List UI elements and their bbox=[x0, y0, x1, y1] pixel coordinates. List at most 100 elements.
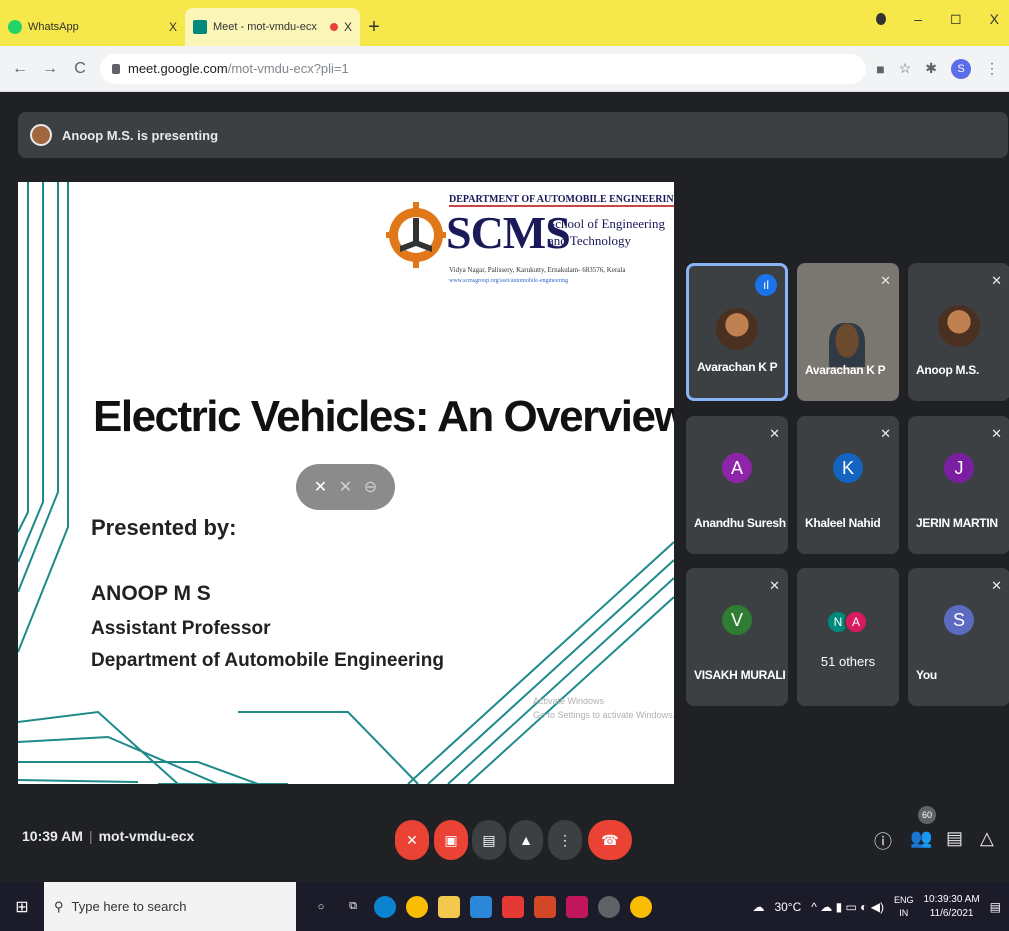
new-tab-button[interactable]: + bbox=[360, 8, 388, 46]
activities-icon[interactable]: △ bbox=[980, 828, 994, 849]
system-tray: ☁ 30°C ^ ☁ ▮ ▭ ◐ ◀) ENG IN 10:39:30 AM 1… bbox=[752, 882, 1001, 931]
chat-icon[interactable]: ▤ bbox=[946, 828, 963, 849]
participant-name: Avarachan K P bbox=[697, 360, 778, 374]
participant-tile[interactable]: ✕ Anoop M.S. bbox=[908, 263, 1009, 401]
present-button[interactable]: ▲ bbox=[509, 820, 543, 860]
college-address: Vidya Nagar, Palissery, Karukutty, Ernak… bbox=[449, 266, 626, 274]
chrome-account-icon[interactable] bbox=[876, 12, 887, 25]
hang-up-icon: ☎ bbox=[601, 831, 619, 848]
remove-icon[interactable]: ⊖ bbox=[364, 477, 377, 497]
clock-date: 11/6/2021 bbox=[929, 907, 974, 919]
extensions-icon[interactable]: ✱ bbox=[925, 60, 937, 77]
office-icon[interactable] bbox=[502, 895, 524, 918]
mic-off-icon: ✕ bbox=[991, 273, 1002, 288]
chrome-window-icon[interactable] bbox=[630, 895, 652, 918]
reload-icon[interactable]: C bbox=[70, 60, 90, 78]
star-icon[interactable]: ☆ bbox=[899, 60, 912, 77]
camera-toggle-button[interactable]: ▣ bbox=[434, 820, 468, 860]
others-tile[interactable]: N A 51 others bbox=[797, 568, 899, 706]
close-tab-icon[interactable]: X bbox=[169, 20, 177, 34]
mic-off-icon: ✕ bbox=[769, 578, 780, 593]
toolbar-icons: ■ ☆ ✱ S ⋮ bbox=[876, 58, 999, 79]
meet-control-bar: 10:39 AM | mot-vmdu-ecx ✕ ▣ ▤ ▲ ⋮ ☎ ⓘ 60 👥… bbox=[0, 800, 1009, 882]
participant-tile[interactable]: ✕ J JERIN MARTIN bbox=[908, 416, 1009, 554]
minimize-button[interactable]: – bbox=[914, 11, 922, 27]
participant-tile[interactable]: ✕ A Anandhu Suresh bbox=[686, 416, 788, 554]
file-explorer-icon[interactable] bbox=[438, 895, 460, 918]
avatar: A bbox=[844, 610, 868, 634]
more-vert-icon: ⋮ bbox=[558, 831, 572, 848]
mute-icon[interactable]: ✕ bbox=[339, 477, 352, 497]
search-icon: ⚲ bbox=[54, 898, 64, 914]
cortana-icon[interactable]: ○ bbox=[310, 896, 332, 918]
mic-off-icon: ✕ bbox=[991, 578, 1002, 593]
school-line-2: and Technology bbox=[548, 232, 631, 248]
powerpoint-icon[interactable] bbox=[534, 895, 556, 918]
taskbar-clock[interactable]: 10:39:30 AM 11/6/2021 bbox=[924, 893, 980, 921]
back-icon[interactable]: ← bbox=[10, 60, 30, 78]
school-name: School of Engineering and Technology bbox=[548, 216, 665, 250]
leave-call-button[interactable]: ☎ bbox=[588, 820, 632, 860]
language-code: ENG bbox=[893, 894, 914, 905]
more-options-button[interactable]: ⋮ bbox=[548, 820, 582, 860]
avatar: A bbox=[722, 453, 752, 483]
participant-tile[interactable]: ıl Avarachan K P bbox=[686, 263, 788, 401]
camera-indicator-icon[interactable]: ■ bbox=[876, 61, 884, 77]
mic-toggle-button[interactable]: ✕ bbox=[395, 820, 429, 860]
meeting-details: 10:39 AM | mot-vmdu-ecx bbox=[22, 828, 194, 844]
participant-count-badge: 60 bbox=[918, 806, 936, 824]
meeting-info-icon[interactable]: ⓘ bbox=[874, 828, 892, 854]
edge-icon[interactable] bbox=[374, 895, 396, 918]
presenting-text: Anoop M.S. is presenting bbox=[62, 127, 219, 143]
url-path: /mot-vmdu-ecx?pli=1 bbox=[227, 61, 349, 76]
participant-tile[interactable]: ✕ Avarachan K P bbox=[797, 263, 899, 401]
lock-icon bbox=[112, 63, 120, 74]
participant-name: You bbox=[916, 668, 937, 682]
taskbar-search[interactable]: ⚲ Type here to search bbox=[44, 882, 296, 931]
browser-tab-strip: WhatsApp X Meet - mot-vmdu-ecx X + – ◻ X bbox=[0, 0, 1009, 46]
people-icon[interactable]: 👥 bbox=[910, 828, 932, 849]
windows-taskbar: ⊞ ⚲ Type here to search ○ ⧉ ☁ 30°C ^ ☁ ▮… bbox=[0, 882, 1009, 931]
screen: WhatsApp X Meet - mot-vmdu-ecx X + – ◻ X… bbox=[0, 0, 1009, 931]
chrome-profile-icon[interactable] bbox=[598, 895, 620, 918]
participant-name: Avarachan K P bbox=[805, 363, 886, 377]
avatar: J bbox=[944, 453, 974, 483]
college-logo: DEPARTMENT OF AUTOMOBILE ENGINEERING SCM… bbox=[386, 190, 674, 290]
forward-icon[interactable]: → bbox=[40, 60, 60, 78]
participant-name: Anoop M.S. bbox=[916, 363, 979, 377]
mic-off-icon: ✕ bbox=[880, 273, 891, 288]
whatsapp-icon bbox=[8, 20, 22, 34]
separator: | bbox=[88, 828, 93, 844]
college-website: www.scmsgroup.org/sset/automobile-engine… bbox=[449, 278, 569, 284]
slide-title: Electric Vehicles: An Overview bbox=[93, 392, 674, 441]
tab-whatsapp[interactable]: WhatsApp X bbox=[0, 8, 185, 46]
input-language[interactable]: ENG IN bbox=[894, 894, 914, 919]
participant-video bbox=[829, 323, 865, 367]
close-tab-icon[interactable]: X bbox=[344, 20, 352, 34]
chrome-icon[interactable] bbox=[406, 895, 428, 918]
tab-meet[interactable]: Meet - mot-vmdu-ecx X bbox=[185, 8, 360, 46]
participant-tile[interactable]: ✕ K Khaleel Nahid bbox=[797, 416, 899, 554]
presented-by-label: Presented by: bbox=[91, 515, 237, 540]
mail-icon[interactable] bbox=[470, 895, 492, 918]
participant-tile[interactable]: ✕ V VISAKH MURALI bbox=[686, 568, 788, 706]
tray-icons[interactable]: ^ ☁ ▮ ▭ ◐ ◀) bbox=[811, 900, 884, 914]
start-button[interactable]: ⊞ bbox=[0, 882, 44, 931]
maximize-button[interactable]: ◻ bbox=[950, 10, 962, 27]
weather-icon: ☁ bbox=[752, 899, 765, 914]
app-icon[interactable] bbox=[566, 895, 588, 918]
pin-icon[interactable]: ✕ bbox=[314, 477, 327, 497]
close-window-button[interactable]: X bbox=[990, 11, 999, 27]
address-bar[interactable]: meet.google.com/mot-vmdu-ecx?pli=1 bbox=[100, 53, 867, 84]
menu-icon[interactable]: ⋮ bbox=[985, 60, 999, 77]
self-tile[interactable]: ✕ S You bbox=[908, 568, 1009, 706]
task-view-icon[interactable]: ⧉ bbox=[342, 896, 364, 918]
notifications-icon[interactable]: ▤ bbox=[990, 900, 1001, 914]
tab-label: WhatsApp bbox=[28, 21, 79, 33]
profile-avatar[interactable]: S bbox=[951, 58, 971, 79]
mic-off-icon: ✕ bbox=[406, 831, 418, 848]
presenting-banner: Anoop M.S. is presenting bbox=[18, 112, 1008, 158]
weather-temp[interactable]: 30°C bbox=[774, 900, 801, 914]
present-icon: ▲ bbox=[519, 832, 533, 848]
captions-button[interactable]: ▤ bbox=[472, 820, 506, 860]
